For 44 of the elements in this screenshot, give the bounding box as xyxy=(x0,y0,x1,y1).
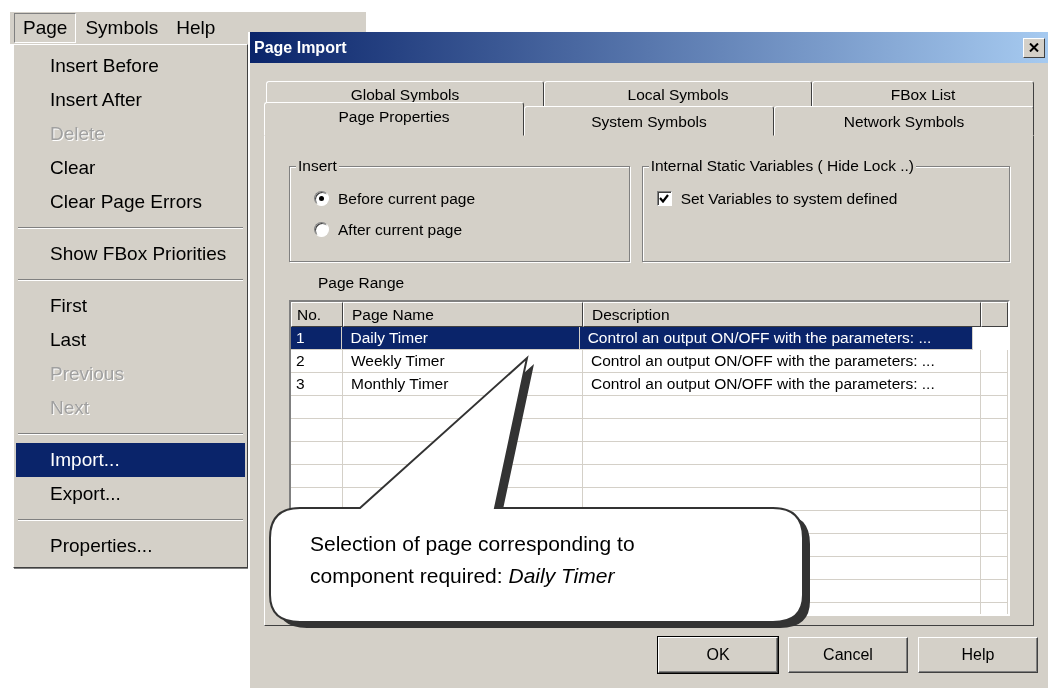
section-label: Page Range xyxy=(318,274,406,293)
checkbox[interactable] xyxy=(656,191,672,206)
table-cell: Control an output ON/OFF with the parameters: ... xyxy=(579,327,973,349)
column-header[interactable]: Description xyxy=(583,302,981,327)
table-cell: 1 xyxy=(291,327,343,349)
tab[interactable]: Network Symbols xyxy=(774,106,1034,136)
close-icon xyxy=(1029,43,1039,52)
table-cell: 3 xyxy=(291,373,343,395)
menu-item[interactable]: Insert Before xyxy=(16,49,245,83)
column-header[interactable] xyxy=(981,302,1008,327)
radio-label[interactable]: Before current page xyxy=(338,189,475,208)
menu-item[interactable]: Show FBox Priorities xyxy=(16,237,245,271)
window-title: Page Import xyxy=(254,38,347,57)
menu-item[interactable]: Last xyxy=(16,323,245,357)
menu-item[interactable]: Import... xyxy=(16,443,245,477)
tab[interactable]: Local Symbols xyxy=(544,81,812,109)
menu-title[interactable]: Page xyxy=(14,13,77,43)
menu-title[interactable]: Symbols xyxy=(76,13,168,43)
tab[interactable]: FBox List xyxy=(812,81,1034,109)
dialog-button[interactable]: Help xyxy=(918,637,1038,673)
tab[interactable]: Page Properties xyxy=(264,102,524,136)
dialog-button[interactable]: Cancel xyxy=(788,637,908,673)
menu-item[interactable]: Export... xyxy=(16,477,245,511)
table-cell: Daily Timer xyxy=(342,327,580,349)
menu-item[interactable]: Properties... xyxy=(16,529,245,563)
close-button[interactable] xyxy=(1023,37,1045,58)
table-cell: Control an output ON/OFF with the parameters: ... xyxy=(583,373,981,395)
tab[interactable]: System Symbols xyxy=(524,106,774,136)
column-header[interactable]: Page Name xyxy=(343,302,583,327)
selected-row[interactable]: 1 Daily Timer Control an output ON/OFF with the parameters: ... xyxy=(291,327,973,350)
menu-item[interactable]: Insert After xyxy=(16,83,245,117)
column-header[interactable]: No. xyxy=(291,302,343,327)
radio-button[interactable] xyxy=(314,191,329,206)
menu-item[interactable]: First xyxy=(16,289,245,323)
radio-label[interactable]: After current page xyxy=(338,220,463,239)
radio-button[interactable] xyxy=(314,222,329,237)
group-title: Internal Static Variables ( Hide Lock ..) xyxy=(648,157,916,175)
checkbox-label[interactable]: Set Variables to system defined xyxy=(680,189,898,208)
callout-text: Selection of page corresponding to component required: Daily Timer xyxy=(310,531,636,589)
checkmark-icon xyxy=(659,194,670,203)
menu-item[interactable]: Clear Page Errors xyxy=(16,185,245,219)
menu-title[interactable]: Help xyxy=(167,13,225,43)
menu-item[interactable]: Clear xyxy=(16,151,245,185)
dialog-button[interactable]: OK xyxy=(658,637,778,673)
